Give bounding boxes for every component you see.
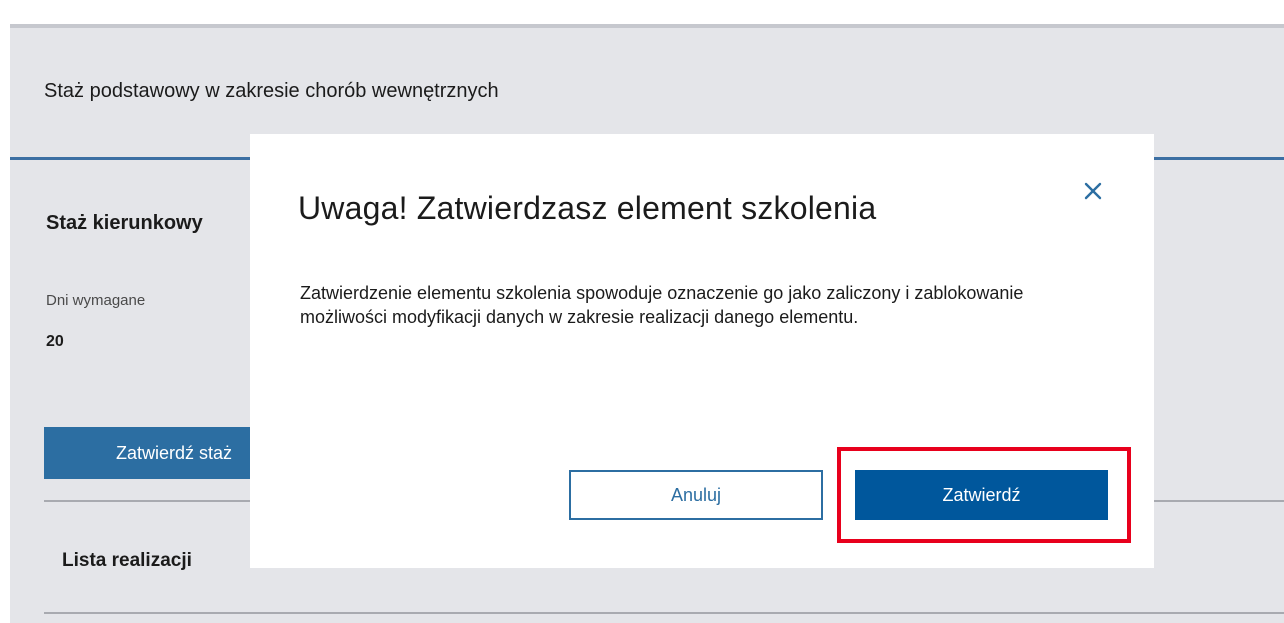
close-icon[interactable] <box>1082 180 1104 202</box>
section-title: Staż podstawowy w zakresie chorób wewnęt… <box>44 80 499 102</box>
confirm-button[interactable]: Zatwierdź <box>855 470 1108 520</box>
cancel-button[interactable]: Anuluj <box>569 470 823 520</box>
days-required-label: Dni wymagane <box>46 292 146 309</box>
dialog-title: Uwaga! Zatwierdzasz element szkolenia <box>298 190 877 226</box>
days-required-value: 20 <box>46 333 64 350</box>
dialog-message: Zatwierdzenie elementu szkolenia spowodu… <box>300 283 1024 327</box>
confirm-dialog: Uwaga! Zatwierdzasz element szkolenia Za… <box>250 134 1154 568</box>
list-title: Lista realizacji <box>62 550 192 571</box>
divider <box>44 612 1284 614</box>
subsection-title: Staż kierunkowy <box>46 212 203 234</box>
